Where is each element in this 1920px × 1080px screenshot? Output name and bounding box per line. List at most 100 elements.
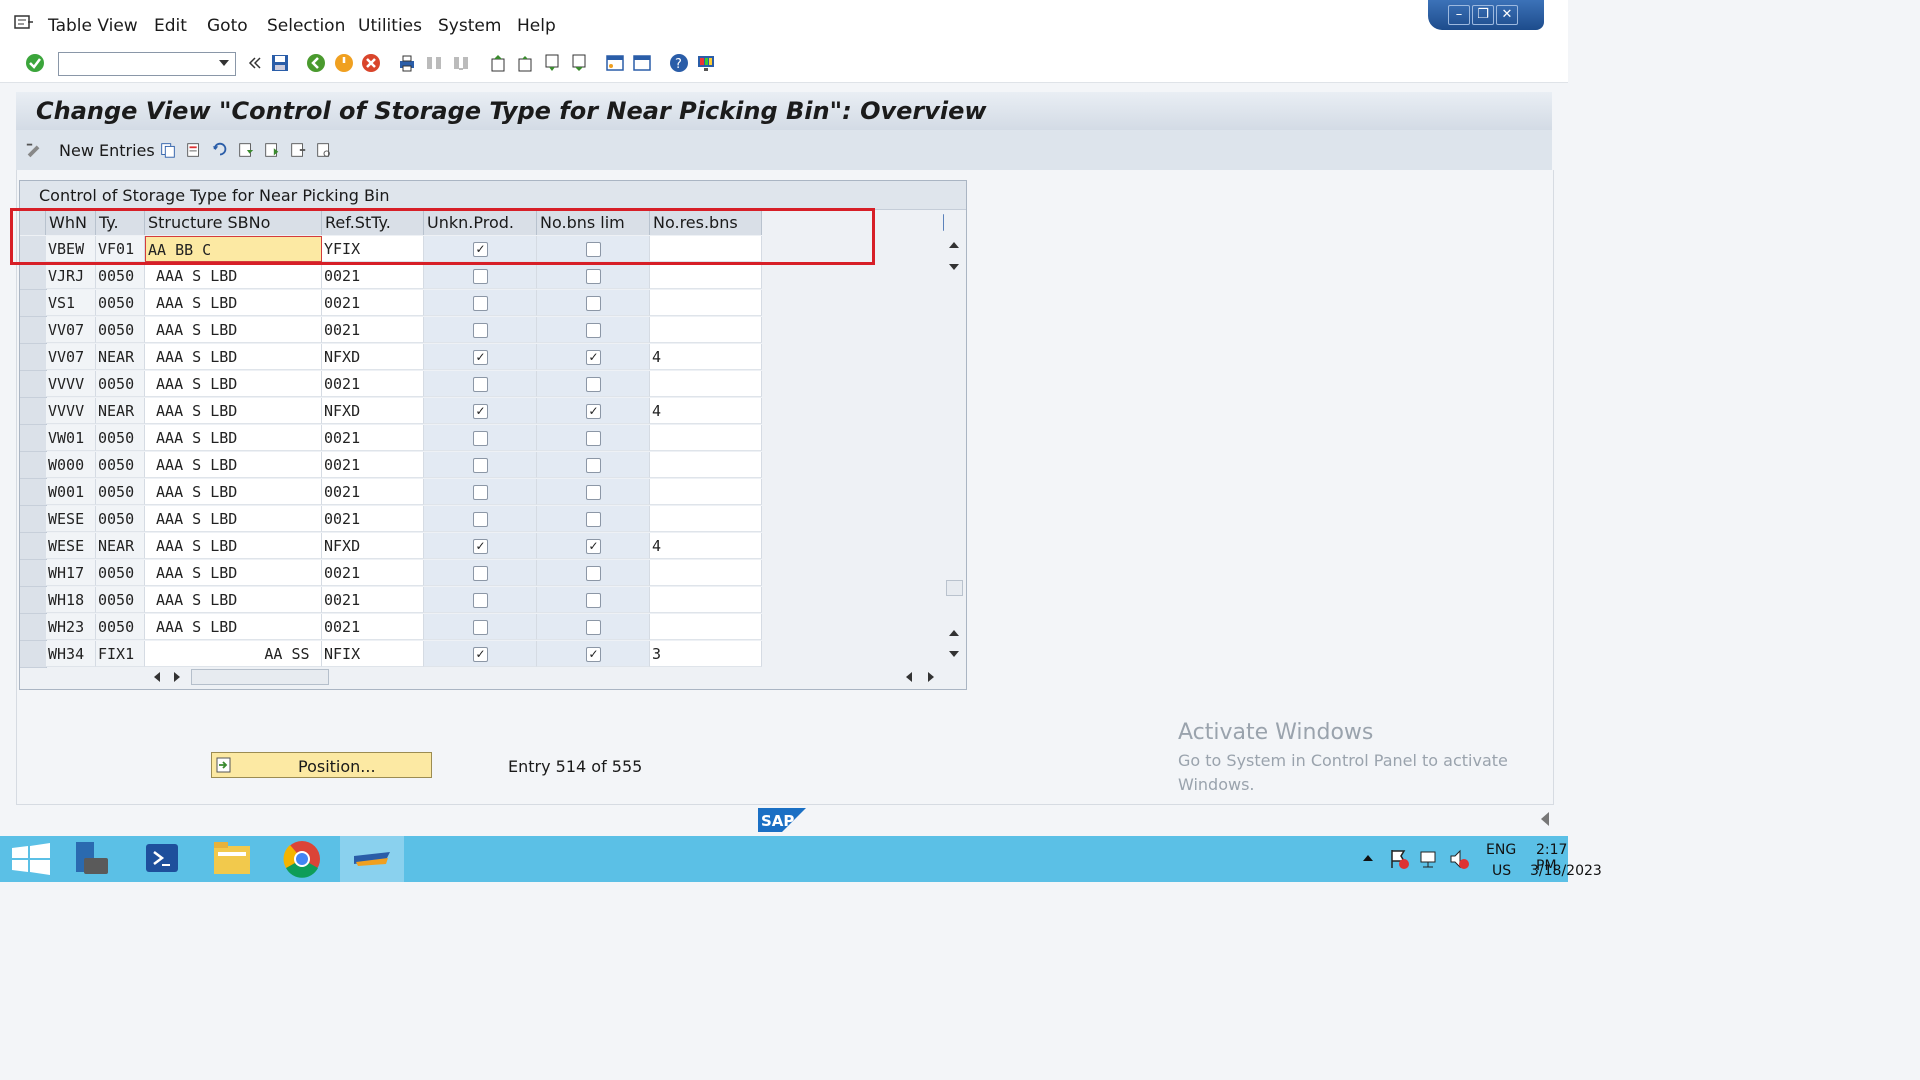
checkbox[interactable]: ✓ (473, 404, 488, 419)
row-selector[interactable] (20, 290, 47, 317)
windows-start-icon[interactable] (0, 836, 64, 882)
new-session-icon[interactable] (605, 53, 625, 73)
checkbox[interactable] (586, 458, 601, 473)
menu-edit[interactable]: Edit (154, 16, 187, 36)
checkbox[interactable] (473, 269, 488, 284)
chevron-down-icon[interactable] (219, 60, 229, 66)
scroll-left-icon[interactable] (154, 672, 160, 682)
checkbox[interactable] (586, 620, 601, 635)
cell-ref-stty[interactable]: 0021 (322, 614, 424, 640)
menu-system[interactable]: System (438, 16, 501, 36)
cell-structure-sbno[interactable]: AAA S LBD (145, 479, 322, 505)
display-change-icon[interactable] (25, 140, 43, 160)
keyboard-layout-label[interactable]: US (1492, 863, 1511, 879)
double-chevron-left-icon[interactable] (245, 53, 265, 73)
print-field-icon[interactable] (315, 140, 333, 160)
find-next-icon[interactable] (451, 53, 471, 73)
menu-selection[interactable]: Selection (267, 16, 345, 36)
close-window-icon[interactable]: ✕ (1496, 5, 1518, 25)
customize-layout-icon[interactable] (696, 53, 716, 73)
checkbox[interactable]: ✓ (586, 350, 601, 365)
cell-structure-sbno[interactable]: AAA S LBD (145, 317, 322, 343)
deselect-all-icon[interactable] (289, 140, 307, 160)
cell-no-res-bns[interactable] (650, 614, 762, 640)
cell-no-res-bns[interactable] (650, 587, 762, 613)
checkbox[interactable] (586, 566, 601, 581)
menu-help[interactable]: Help (517, 16, 556, 36)
cell-no-res-bns[interactable] (650, 371, 762, 397)
cell-structure-sbno[interactable]: AAA S LBD (145, 614, 322, 640)
cell-no-res-bns[interactable] (650, 425, 762, 451)
new-entries-button[interactable]: New Entries (59, 141, 155, 160)
scroll-up-icon[interactable] (949, 242, 959, 248)
cell-no-res-bns[interactable]: 3 (650, 641, 762, 667)
chrome-icon[interactable] (270, 836, 334, 882)
cell-no-res-bns[interactable] (650, 479, 762, 505)
vertical-scroll-thumb[interactable] (946, 580, 963, 596)
shortcut-icon[interactable] (632, 53, 652, 73)
checkbox[interactable] (473, 485, 488, 500)
cell-structure-sbno[interactable]: AAA S LBD (145, 533, 322, 559)
show-hidden-icons-icon[interactable] (1363, 855, 1373, 861)
cell-ref-stty[interactable]: 0021 (322, 317, 424, 343)
sap-logon-taskbar-button[interactable] (340, 836, 404, 882)
checkbox[interactable] (473, 620, 488, 635)
help-icon[interactable]: ? (669, 53, 689, 73)
menu-utilities[interactable]: Utilities (358, 16, 422, 36)
page-up-icon[interactable] (949, 630, 959, 636)
row-selector[interactable] (20, 344, 47, 371)
row-selector[interactable] (20, 263, 47, 290)
cell-ref-stty[interactable]: NFXD (322, 398, 424, 424)
row-selector[interactable] (20, 425, 47, 452)
checkbox[interactable] (586, 431, 601, 446)
cell-ref-stty[interactable]: 0021 (322, 506, 424, 532)
cell-ref-stty[interactable]: 0021 (322, 425, 424, 451)
enter-check-icon[interactable] (25, 53, 45, 73)
row-selector[interactable] (20, 452, 47, 479)
checkbox[interactable] (586, 485, 601, 500)
row-selector[interactable] (20, 560, 47, 587)
row-selector[interactable] (20, 587, 47, 614)
previous-page-icon[interactable] (515, 53, 535, 73)
checkbox[interactable] (586, 269, 601, 284)
column-right-icon[interactable] (928, 672, 934, 682)
row-selector[interactable] (20, 398, 47, 425)
checkbox[interactable]: ✓ (473, 539, 488, 554)
cell-no-res-bns[interactable]: 4 (650, 344, 762, 370)
checkbox[interactable] (473, 458, 488, 473)
cell-structure-sbno[interactable]: AAA S LBD (145, 452, 322, 478)
cell-structure-sbno[interactable]: AAA S LBD (145, 560, 322, 586)
row-selector[interactable] (20, 371, 47, 398)
cell-structure-sbno[interactable]: AAA S LBD (145, 344, 322, 370)
checkbox[interactable] (586, 323, 601, 338)
find-icon[interactable] (424, 53, 444, 73)
checkbox[interactable] (473, 512, 488, 527)
language-label[interactable]: ENG (1486, 842, 1516, 858)
cell-ref-stty[interactable]: 0021 (322, 479, 424, 505)
horizontal-scroll-thumb[interactable] (191, 669, 329, 685)
select-block-icon[interactable] (263, 140, 281, 160)
cell-ref-stty[interactable]: NFIX (322, 641, 424, 667)
cell-no-res-bns[interactable] (650, 560, 762, 586)
first-page-icon[interactable] (488, 53, 508, 73)
cell-ref-stty[interactable]: 0021 (322, 560, 424, 586)
cell-no-res-bns[interactable] (650, 452, 762, 478)
checkbox[interactable] (473, 377, 488, 392)
copy-as-icon[interactable] (159, 140, 177, 160)
cell-structure-sbno[interactable]: AAA S LBD (145, 371, 322, 397)
menu-goto[interactable]: Goto (207, 16, 248, 36)
clock-date[interactable]: 3/18/2023 (1530, 863, 1602, 879)
row-selector[interactable] (20, 614, 47, 641)
delete-icon[interactable] (185, 140, 203, 160)
menu-icon[interactable] (14, 14, 34, 32)
checkbox[interactable]: ✓ (586, 539, 601, 554)
next-page-icon[interactable] (542, 53, 562, 73)
status-bar-toggle-icon[interactable] (1541, 812, 1549, 826)
cell-structure-sbno[interactable]: AAA S LBD (145, 425, 322, 451)
cell-no-res-bns[interactable]: 4 (650, 533, 762, 559)
network-icon[interactable] (1418, 848, 1440, 870)
command-field[interactable] (58, 52, 236, 76)
checkbox[interactable] (586, 512, 601, 527)
cell-no-res-bns[interactable]: 4 (650, 398, 762, 424)
row-selector[interactable] (20, 641, 47, 668)
